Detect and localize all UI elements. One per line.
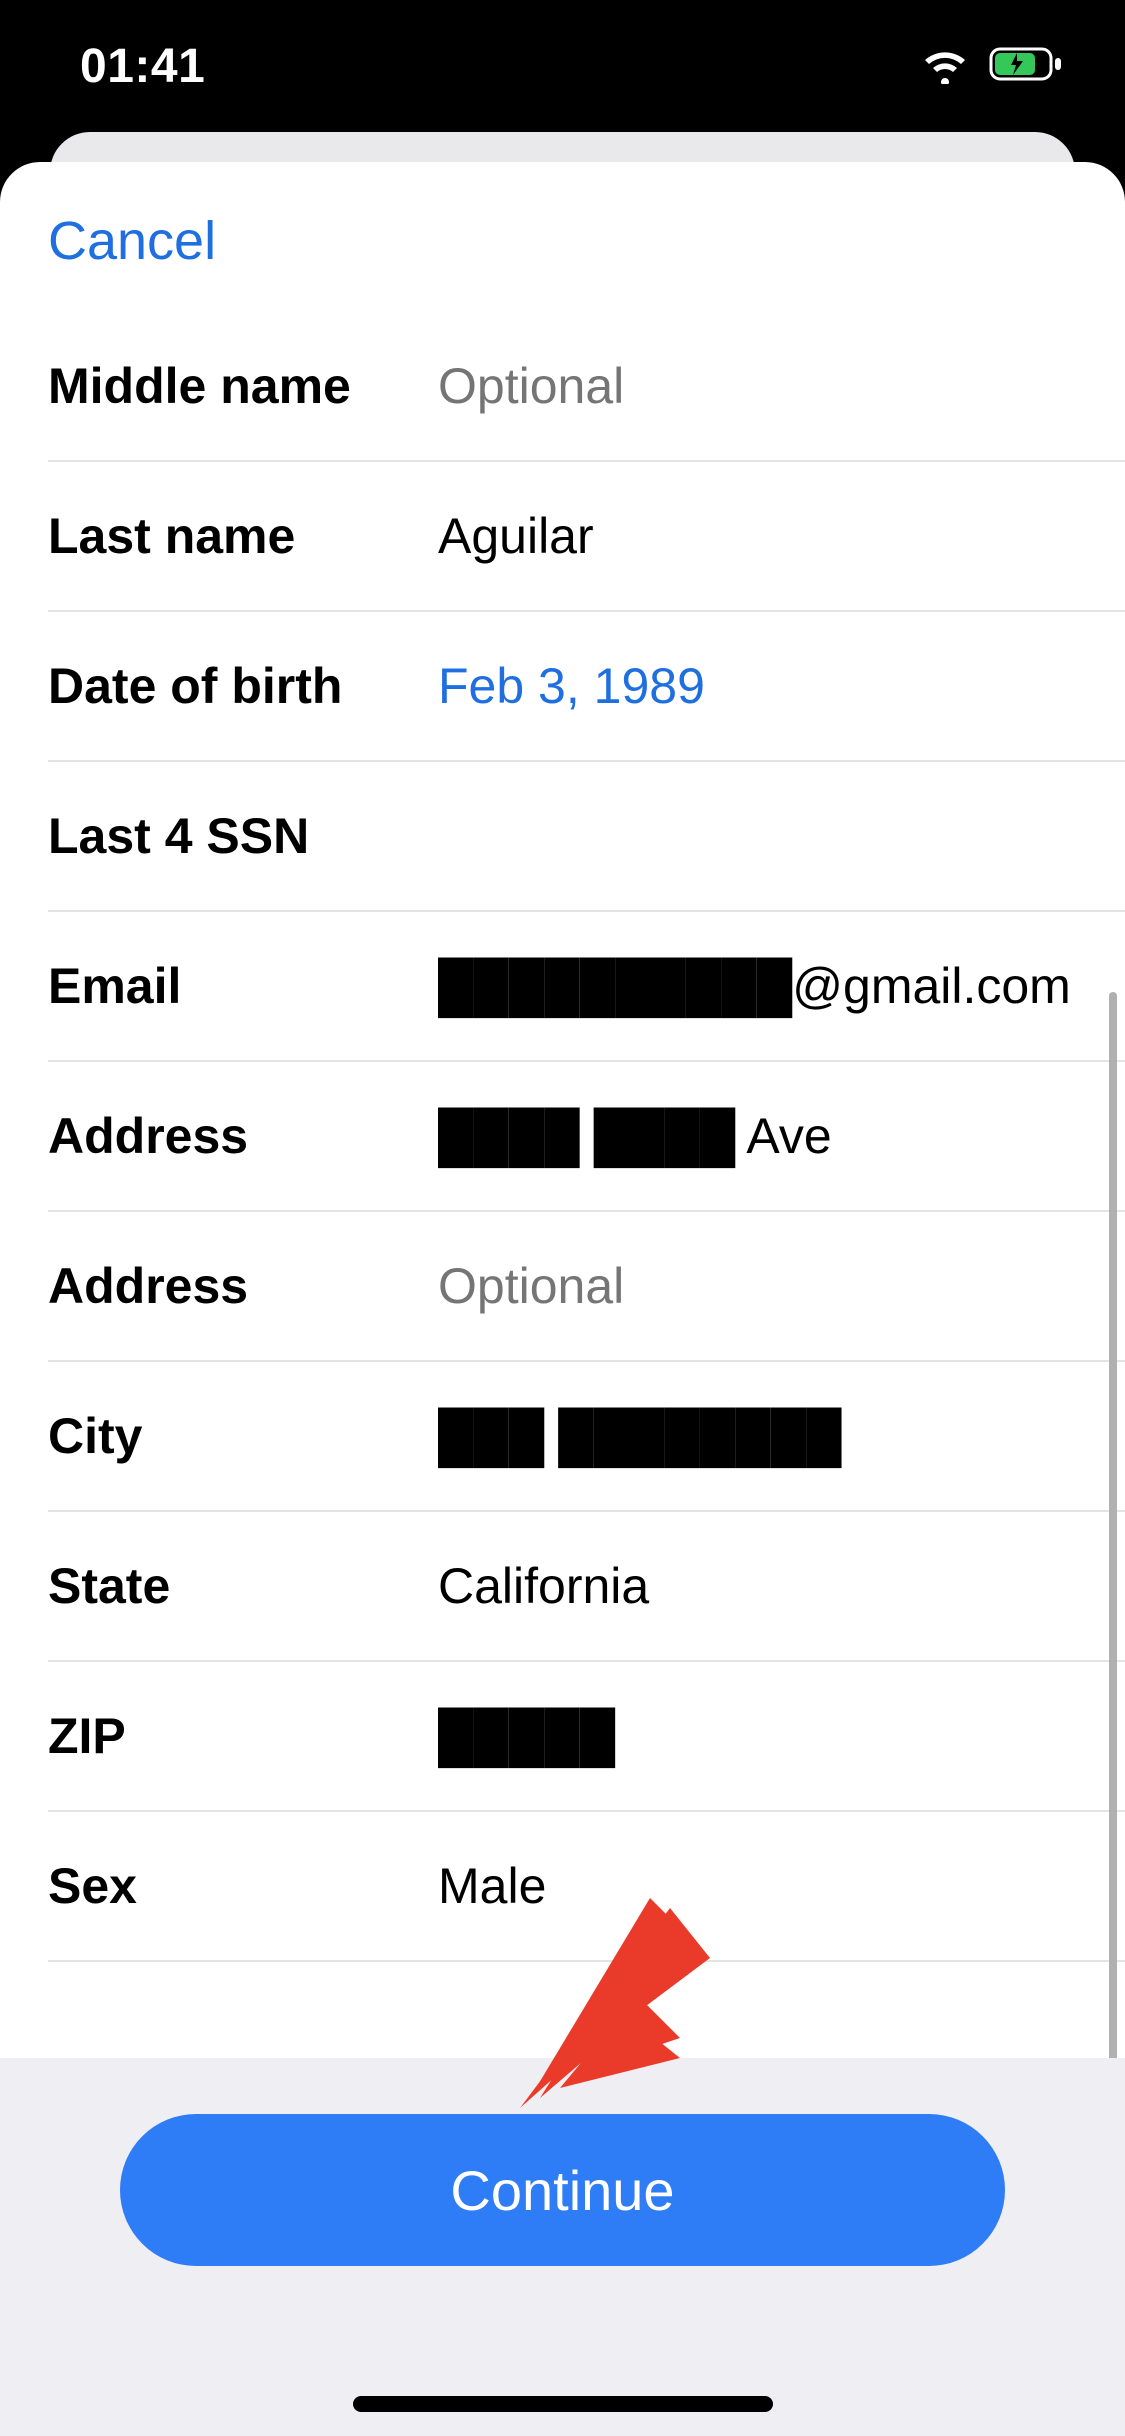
label-middle-name: Middle name (48, 357, 438, 415)
row-city: City ███ ████████ (48, 1362, 1125, 1512)
row-ssn4: Last 4 SSN (48, 762, 1125, 912)
cancel-button[interactable]: Cancel (48, 210, 216, 272)
address2-input[interactable] (438, 1257, 1089, 1315)
row-middle-name: Middle name (48, 312, 1125, 462)
battery-charging-icon (989, 45, 1065, 88)
row-sex: Sex Male (48, 1812, 1125, 1962)
status-icons (919, 44, 1065, 89)
modal-header: Cancel (0, 162, 1125, 312)
row-address1: Address ████ ████ Ave (48, 1062, 1125, 1212)
label-address2: Address (48, 1257, 438, 1315)
label-ssn4: Last 4 SSN (48, 807, 438, 865)
address1-input[interactable]: ████ ████ Ave (438, 1107, 1089, 1165)
modal-footer: Continue (0, 2058, 1125, 2436)
label-city: City (48, 1407, 438, 1465)
wifi-icon (919, 44, 971, 89)
row-dob: Date of birth Feb 3, 1989 (48, 612, 1125, 762)
form-modal: Cancel Middle name Last name Aguilar Dat… (0, 162, 1125, 2436)
city-input[interactable]: ███ ████████ (438, 1407, 1089, 1465)
status-bar: 01:41 (0, 0, 1125, 132)
label-email: Email (48, 957, 438, 1015)
label-state: State (48, 1557, 438, 1615)
scrollbar[interactable] (1109, 992, 1117, 2058)
row-last-name: Last name Aguilar (48, 462, 1125, 612)
label-address1: Address (48, 1107, 438, 1165)
last-name-input[interactable]: Aguilar (438, 507, 1089, 565)
form-scroll-area[interactable]: Middle name Last name Aguilar Date of bi… (0, 312, 1125, 2058)
zip-input[interactable]: █████ (438, 1707, 1089, 1765)
label-dob: Date of birth (48, 657, 438, 715)
row-email: Email ██████████@gmail.com (48, 912, 1125, 1062)
label-sex: Sex (48, 1857, 438, 1915)
label-last-name: Last name (48, 507, 438, 565)
row-address2: Address (48, 1212, 1125, 1362)
state-select[interactable]: California (438, 1557, 1089, 1615)
sex-select[interactable]: Male (438, 1857, 1089, 1915)
status-time: 01:41 (80, 39, 205, 94)
row-zip: ZIP █████ (48, 1662, 1125, 1812)
email-input[interactable]: ██████████@gmail.com (438, 957, 1089, 1015)
middle-name-input[interactable] (438, 357, 1089, 415)
label-zip: ZIP (48, 1707, 438, 1765)
dob-picker[interactable]: Feb 3, 1989 (438, 657, 1089, 715)
row-state: State California (48, 1512, 1125, 1662)
home-indicator[interactable] (353, 2396, 773, 2412)
continue-button[interactable]: Continue (120, 2114, 1005, 2266)
